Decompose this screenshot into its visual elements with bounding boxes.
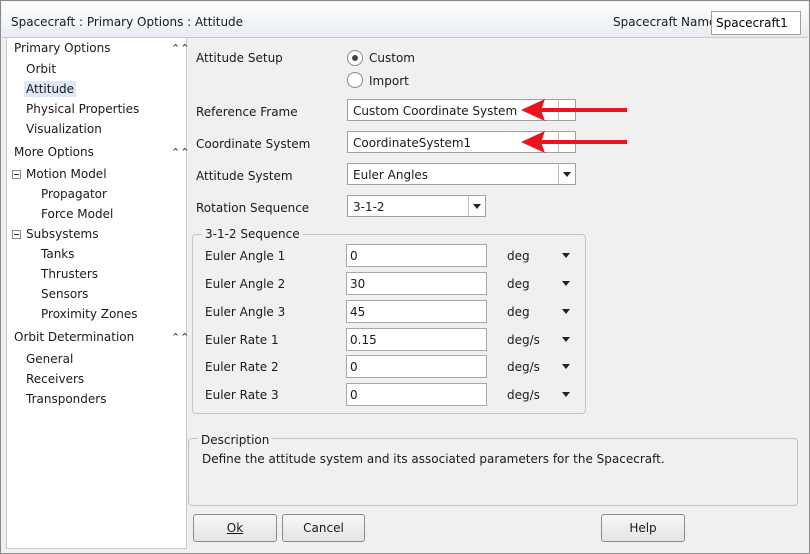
nav-item-force-model[interactable]: Force Model [41,207,113,221]
chevron-down-icon[interactable] [562,337,570,342]
nav-item-orbit[interactable]: Orbit [26,62,56,76]
collapse-primary-options-icon[interactable]: ⌃⌃ [171,42,189,55]
custom-radio[interactable] [347,50,363,66]
attitude-system-label: Attitude System [196,169,293,183]
ok-button-label: Ok [226,521,244,535]
annotation-arrow-icon [521,99,627,121]
chevron-down-icon[interactable] [562,253,570,258]
nav-item-receivers[interactable]: Receivers [26,372,84,386]
annotation-arrow-icon [521,131,627,153]
euler-rate-3-label: Euler Rate 3 [205,388,279,402]
cancel-button-label: Cancel [303,521,344,535]
options-nav: Primary Options ⌃⌃ Orbit Attitude Physic… [6,38,189,549]
nav-item-visualization[interactable]: Visualization [26,122,102,136]
nav-item-thrusters[interactable]: Thrusters [41,267,98,281]
collapse-motion-model-icon[interactable] [12,170,21,179]
rotation-sequence-dropdown[interactable]: 3-1-2 [347,195,486,217]
collapse-subsystems-icon[interactable] [12,230,21,239]
nav-section-primary-options[interactable]: Primary Options [14,41,111,55]
euler-rate-1-input[interactable]: 0.15 [346,328,487,351]
description-groupbox: Description Define the attitude system a… [188,433,798,506]
euler-angle-3-input[interactable]: 45 [346,300,487,323]
description-title: Description [198,433,273,447]
nav-item-subsystems[interactable]: Subsystems [26,227,98,241]
euler-angle-3-label: Euler Angle 3 [205,305,286,319]
collapse-more-options-icon[interactable]: ⌃⌃ [171,146,189,159]
help-button-label: Help [629,521,657,535]
nav-section-orbit-determination[interactable]: Orbit Determination [14,330,134,344]
euler-rate-2-input[interactable]: 0 [346,355,487,378]
ok-button[interactable]: Ok [193,514,277,542]
chevron-down-icon[interactable] [468,196,485,216]
euler-angle-2-input[interactable]: 30 [346,272,487,295]
collapse-orbit-determination-icon[interactable]: ⌃⌃ [171,331,189,344]
chevron-down-icon[interactable] [562,364,570,369]
nav-item-tanks[interactable]: Tanks [41,247,75,261]
euler-angle-1-label: Euler Angle 1 [205,249,286,263]
chevron-down-icon[interactable] [562,392,570,397]
nav-item-general[interactable]: General [26,352,73,366]
chevron-down-icon[interactable] [562,309,570,314]
import-radio[interactable] [347,72,363,88]
nav-item-physical-properties[interactable]: Physical Properties [26,102,139,116]
attitude-system-dropdown[interactable]: Euler Angles [347,163,576,185]
coordinate-system-label: Coordinate System [196,137,311,151]
attitude-system-value: Euler Angles [353,168,429,182]
help-button[interactable]: Help [601,514,685,542]
coordinate-system-value: CoordinateSystem1 [353,136,472,150]
reference-frame-value: Custom Coordinate System [353,104,518,118]
rotation-sequence-label: Rotation Sequence [196,201,310,215]
spacecraft-name-input[interactable] [711,11,801,35]
spacecraft-dialog: Spacecraft : Primary Options : Attitude … [0,0,810,554]
chevron-down-icon[interactable] [558,164,575,184]
nav-item-sensors[interactable]: Sensors [41,287,88,301]
title-bar: Spacecraft : Primary Options : Attitude … [2,2,808,38]
description-text: Define the attitude system and its assoc… [202,452,665,466]
cancel-button[interactable]: Cancel [282,514,365,542]
euler-angle-2-label: Euler Angle 2 [205,277,286,291]
nav-section-more-options[interactable]: More Options [14,145,94,159]
custom-radio-label: Custom [369,51,415,65]
nav-item-attitude[interactable]: Attitude [24,81,77,97]
spacecraft-name-label: Spacecraft Name [613,15,717,29]
nav-item-motion-model[interactable]: Motion Model [26,167,107,181]
reference-frame-label: Reference Frame [196,105,298,119]
euler-rate-3-unit[interactable]: deg/s [507,388,540,402]
euler-angle-1-unit[interactable]: deg [507,249,530,263]
euler-angle-3-unit[interactable]: deg [507,305,530,319]
euler-rate-2-label: Euler Rate 2 [205,360,279,374]
euler-rate-1-label: Euler Rate 1 [205,333,279,347]
chevron-down-icon[interactable] [562,281,570,286]
dialog-title: Spacecraft : Primary Options : Attitude [11,15,244,29]
nav-item-transponders[interactable]: Transponders [26,392,106,406]
sequence-title: 3-1-2 Sequence [202,227,303,241]
attitude-setup-label: Attitude Setup [196,51,283,65]
euler-angle-2-unit[interactable]: deg [507,277,530,291]
rotation-sequence-value: 3-1-2 [353,200,385,214]
nav-item-propagator[interactable]: Propagator [41,187,107,201]
euler-angle-1-input[interactable]: 0 [346,244,487,267]
euler-rate-3-input[interactable]: 0 [346,383,487,406]
euler-rate-1-unit[interactable]: deg/s [507,333,540,347]
nav-item-proximity-zones[interactable]: Proximity Zones [41,307,138,321]
import-radio-label: Import [369,74,409,88]
euler-rate-2-unit[interactable]: deg/s [507,360,540,374]
